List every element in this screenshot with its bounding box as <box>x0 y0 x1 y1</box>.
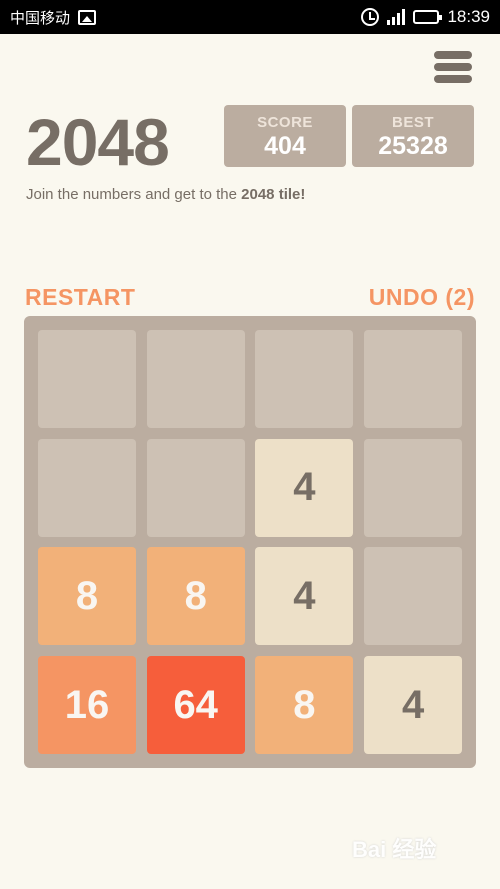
tile: 4 <box>364 656 463 755</box>
game-intro: Join the numbers and get to the 2048 til… <box>26 186 305 203</box>
tile: 64 <box>146 656 245 755</box>
game-title: 2048 <box>26 105 170 179</box>
best-label: BEST <box>391 114 434 131</box>
empty-cell <box>255 330 354 428</box>
empty-cell <box>146 330 245 428</box>
tile: 4 <box>255 438 354 537</box>
signal-icon <box>387 9 406 25</box>
status-bar: 中国移动 18:39 <box>0 0 500 34</box>
tile: 8 <box>38 547 136 646</box>
restart-button[interactable]: RESTART <box>25 284 135 311</box>
intro-goal: 2048 tile! <box>241 186 306 203</box>
game-board[interactable]: 4 8 8 4 16 64 8 4 <box>24 316 476 768</box>
status-clock: 18:39 <box>447 7 490 26</box>
tile: 8 <box>146 547 245 646</box>
tile: 16 <box>38 656 136 755</box>
alarm-icon <box>361 8 380 26</box>
empty-cell <box>38 330 136 428</box>
watermark-text: Bai 经验 <box>352 837 437 862</box>
undo-button[interactable]: UNDO (2) <box>369 284 475 311</box>
score-label: SCORE <box>257 114 313 131</box>
score-value: 404 <box>264 132 306 160</box>
best-value: 25328 <box>378 132 448 160</box>
image-notification-icon <box>78 9 97 25</box>
tile: 8 <box>255 656 354 755</box>
best-score-box: BEST 25328 <box>352 105 474 167</box>
empty-cell <box>364 330 463 428</box>
empty-cell <box>364 438 463 537</box>
score-box: SCORE 404 <box>224 105 346 167</box>
empty-cell <box>146 438 245 537</box>
intro-text: Join the numbers and get to the <box>26 186 242 203</box>
menu-icon[interactable] <box>434 51 472 83</box>
status-right: 18:39 <box>361 7 490 27</box>
tile: 4 <box>255 547 354 646</box>
empty-cell <box>364 547 463 646</box>
battery-icon <box>413 10 443 24</box>
carrier-name: 中国移动 <box>10 8 71 27</box>
empty-cell <box>38 438 136 537</box>
status-left: 中国移动 <box>10 7 97 28</box>
